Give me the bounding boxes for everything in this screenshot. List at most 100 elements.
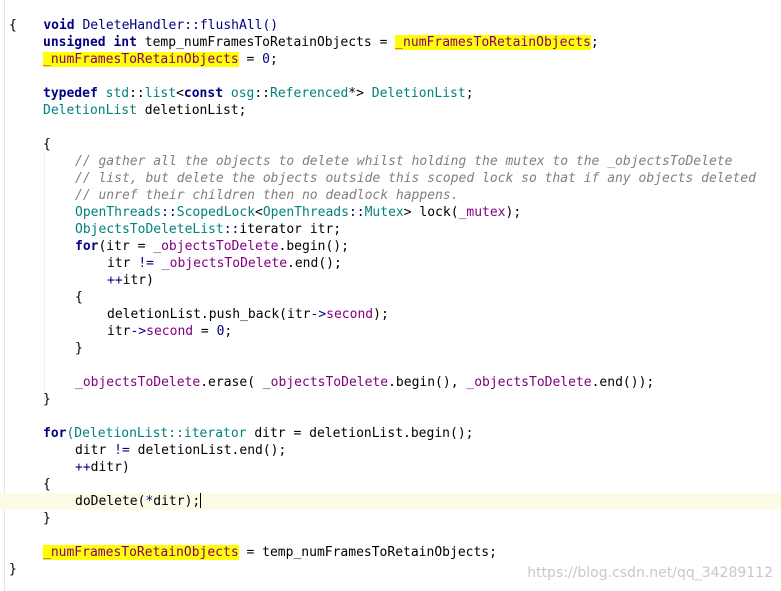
code-text: deletionList; [136,103,247,118]
keyword-const: const [183,86,224,101]
code-line-comment: // list, but delete the objects outside … [0,170,781,187]
code-line-comment: // gather all the objects to delete whil… [0,153,781,170]
code-text: itr) [122,273,154,288]
scope-operator: :: [223,222,240,237]
brace: } [43,392,51,407]
code-line-loop-condition: itr != _objectsToDelete.end(); [0,255,781,272]
code-text: ditr [75,443,115,458]
operator: != [114,443,130,458]
member-variable: _objectsToDelete [161,256,288,271]
code-text: ditr = deletionList.begin(); [246,426,474,441]
type-name: DeletionList [371,86,466,101]
scope-operator: :: [129,86,145,101]
code-text: doDelete( [75,494,146,509]
code-line-open-brace: { [0,289,781,306]
operator: != [138,256,154,271]
operator: -> [310,307,327,322]
operator: = [379,35,388,50]
code-text: ditr) [90,460,130,475]
type-name: Referenced [270,86,349,101]
comment: // list, but delete the objects outside … [75,171,756,186]
namespace: std [105,86,130,101]
text-caret [200,493,202,508]
punctuation: ; [465,86,474,101]
highlighted-member: _numFramesToRetainObjects [43,545,239,560]
code-line-for-delete-loop: for(DeletionList::iterator ditr = deleti… [0,425,781,442]
code-text: .begin(), [388,375,467,390]
member-variable: second [326,307,374,322]
code-editor[interactable]: void DeleteHandler::flushAll() { unsigne… [0,0,781,591]
comment: // gather all the objects to delete whil… [75,154,733,169]
code-line-comment: // unref their children then no deadlock… [0,187,781,204]
scope-operator: :: [254,86,271,101]
code-line-open-brace: { [0,476,781,493]
code-text: deletionList.push_back(itr [107,307,311,322]
brace: } [9,562,17,577]
operator: -> [130,324,147,339]
keyword-typedef: typedef [43,86,98,101]
punctuation: *> [348,86,364,101]
code-line-for-loop: for(itr = _objectsToDelete.begin(); [0,238,781,255]
code-line-list-decl: DeletionList deletionList; [0,102,781,119]
type-name: Mutex [364,205,404,220]
code-line-erase: _objectsToDelete.erase( _objectsToDelete… [0,374,781,391]
code-text: ditr); [153,494,201,509]
code-line-loop-increment: ++ditr) [0,459,781,476]
number-literal: 0 [262,52,270,67]
code-text: iterator itr; [239,222,342,237]
code-text: (itr = [98,239,154,254]
code-line-push-back: deletionList.push_back(itr->second); [0,306,781,323]
code-text: > lock( [403,205,459,220]
punctuation: ); [505,205,522,220]
highlighted-member: _numFramesToRetainObjects [43,52,239,67]
type-name: ObjectsToDeleteList [75,222,224,237]
type-name: list [144,86,177,101]
code-line-iterator-decl: ObjectsToDeleteList::iterator itr; [0,221,781,238]
keyword-int: int [113,35,137,50]
code-text: = [238,52,263,67]
member-variable: second [146,324,194,339]
brace: { [43,137,51,152]
namespace: osg [230,86,255,101]
brace: { [43,477,51,492]
variable-name: temp_numFramesToRetainObjects [144,35,372,50]
code-line-restore-member: _numFramesToRetainObjects = temp_numFram… [0,544,781,561]
code-line-open-brace: { [0,17,781,34]
code-line-loop-increment: ++itr) [0,272,781,289]
code-line-signature: void DeleteHandler::flushAll() [0,0,781,33]
punctuation: ; [590,35,599,50]
type-name: ScopedLock [176,205,256,220]
punctuation: ; [269,52,278,67]
code-line-reset-member: _numFramesToRetainObjects = 0; [0,51,781,68]
code-text: .begin(); [278,239,349,254]
type-name: DeletionList [43,103,137,118]
keyword-for: for [43,426,67,441]
brace: { [75,290,83,305]
code-line-do-delete-current[interactable]: doDelete(*ditr); [0,493,781,510]
namespace: OpenThreads [75,205,162,220]
punctuation: ; [224,324,233,339]
brace: } [75,341,83,356]
keyword-for: for [75,239,99,254]
brace: } [43,511,51,526]
code-text: .erase( [200,375,263,390]
brace: { [9,18,17,33]
member-variable: _objectsToDelete [262,375,389,390]
operator: ++ [75,460,91,475]
code-line-close-brace: } [0,510,781,527]
code-text: .end(); [287,256,342,271]
code-text: itr [107,324,131,339]
highlighted-member: _numFramesToRetainObjects [395,35,591,50]
keyword-unsigned: unsigned [43,35,106,50]
code-line-open-brace: { [0,136,781,153]
code-line-assign-second: itr->second = 0; [0,323,781,340]
punctuation: ); [373,307,389,322]
code-line-typedef: typedef std::list<const osg::Referenced*… [0,85,781,102]
operator: = [193,324,217,339]
operator: ++ [107,273,123,288]
member-variable: _objectsToDelete [466,375,592,390]
code-line-close-brace: } [0,340,781,357]
namespace: OpenThreads [262,205,349,220]
code-text: itr [107,256,139,271]
